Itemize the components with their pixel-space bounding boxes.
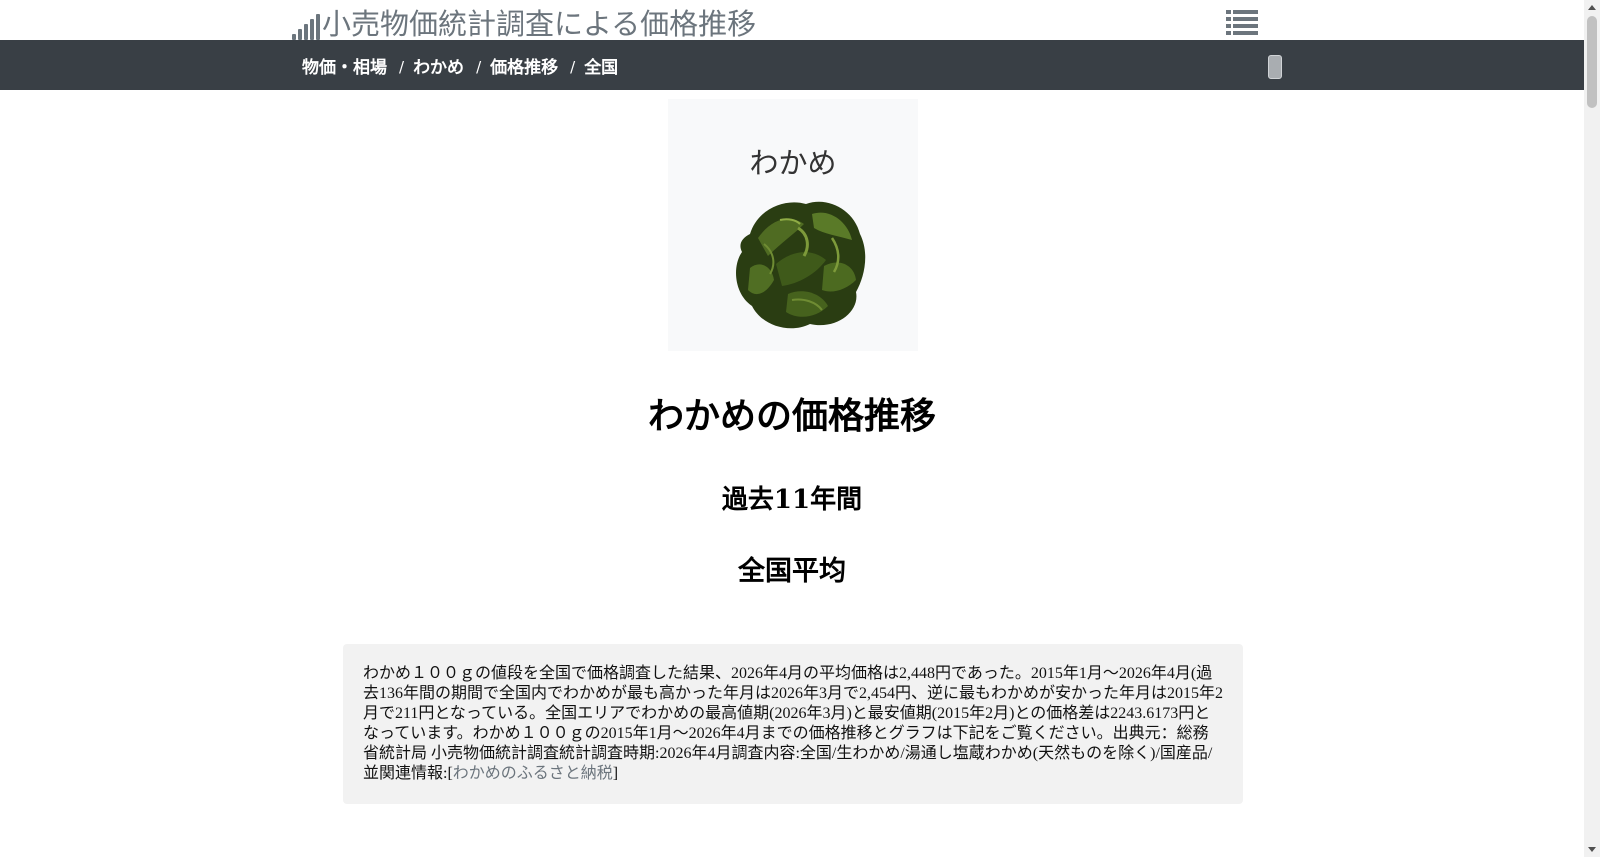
breadcrumb-item-wakame[interactable]: わかめ	[413, 53, 464, 78]
site-header: 小売物価統計調査による価格推移	[0, 0, 1584, 41]
breadcrumb: 物価・相場 / わかめ / 価格推移 / 全国	[302, 40, 618, 90]
product-card: わかめ	[668, 99, 918, 351]
furusato-nozei-link[interactable]: わかめのふるさと納税	[453, 765, 613, 782]
summary-end: ]	[612, 765, 619, 782]
breadcrumb-separator: /	[570, 58, 576, 76]
price-summary-text: わかめ１００ｇの値段を全国で価格調査した結果、2026年4月の平均価格は2,44…	[343, 644, 1243, 804]
wakame-seaweed-image	[736, 201, 866, 329]
site-title: 小売物価統計調査による価格推移	[322, 7, 757, 41]
breadcrumb-nav: 物価・相場 / わかめ / 価格推移 / 全国	[0, 40, 1584, 90]
breadcrumb-item-prices[interactable]: 物価・相場	[302, 53, 387, 78]
page-title: わかめの価格推移	[647, 396, 936, 437]
scroll-up-arrow-icon[interactable]	[1588, 5, 1596, 10]
page-scrollbar[interactable]	[1584, 0, 1600, 857]
region-heading: 全国平均	[738, 556, 846, 587]
breadcrumb-item-price-trend[interactable]: 価格推移	[490, 53, 558, 78]
signal-bars-icon	[292, 12, 320, 40]
scroll-thumb[interactable]	[1587, 16, 1597, 108]
scroll-down-arrow-icon[interactable]	[1588, 847, 1596, 852]
nav-toggle-button[interactable]	[1268, 55, 1282, 79]
product-name: わかめ	[749, 146, 837, 180]
breadcrumb-separator: /	[399, 58, 405, 76]
breadcrumb-item-nationwide[interactable]: 全国	[584, 53, 618, 78]
list-icon[interactable]	[1226, 10, 1258, 36]
period-heading: 過去11年間	[721, 485, 863, 515]
breadcrumb-separator: /	[476, 58, 482, 76]
site-brand-link[interactable]: 小売物価統計調査による価格推移	[292, 4, 756, 44]
